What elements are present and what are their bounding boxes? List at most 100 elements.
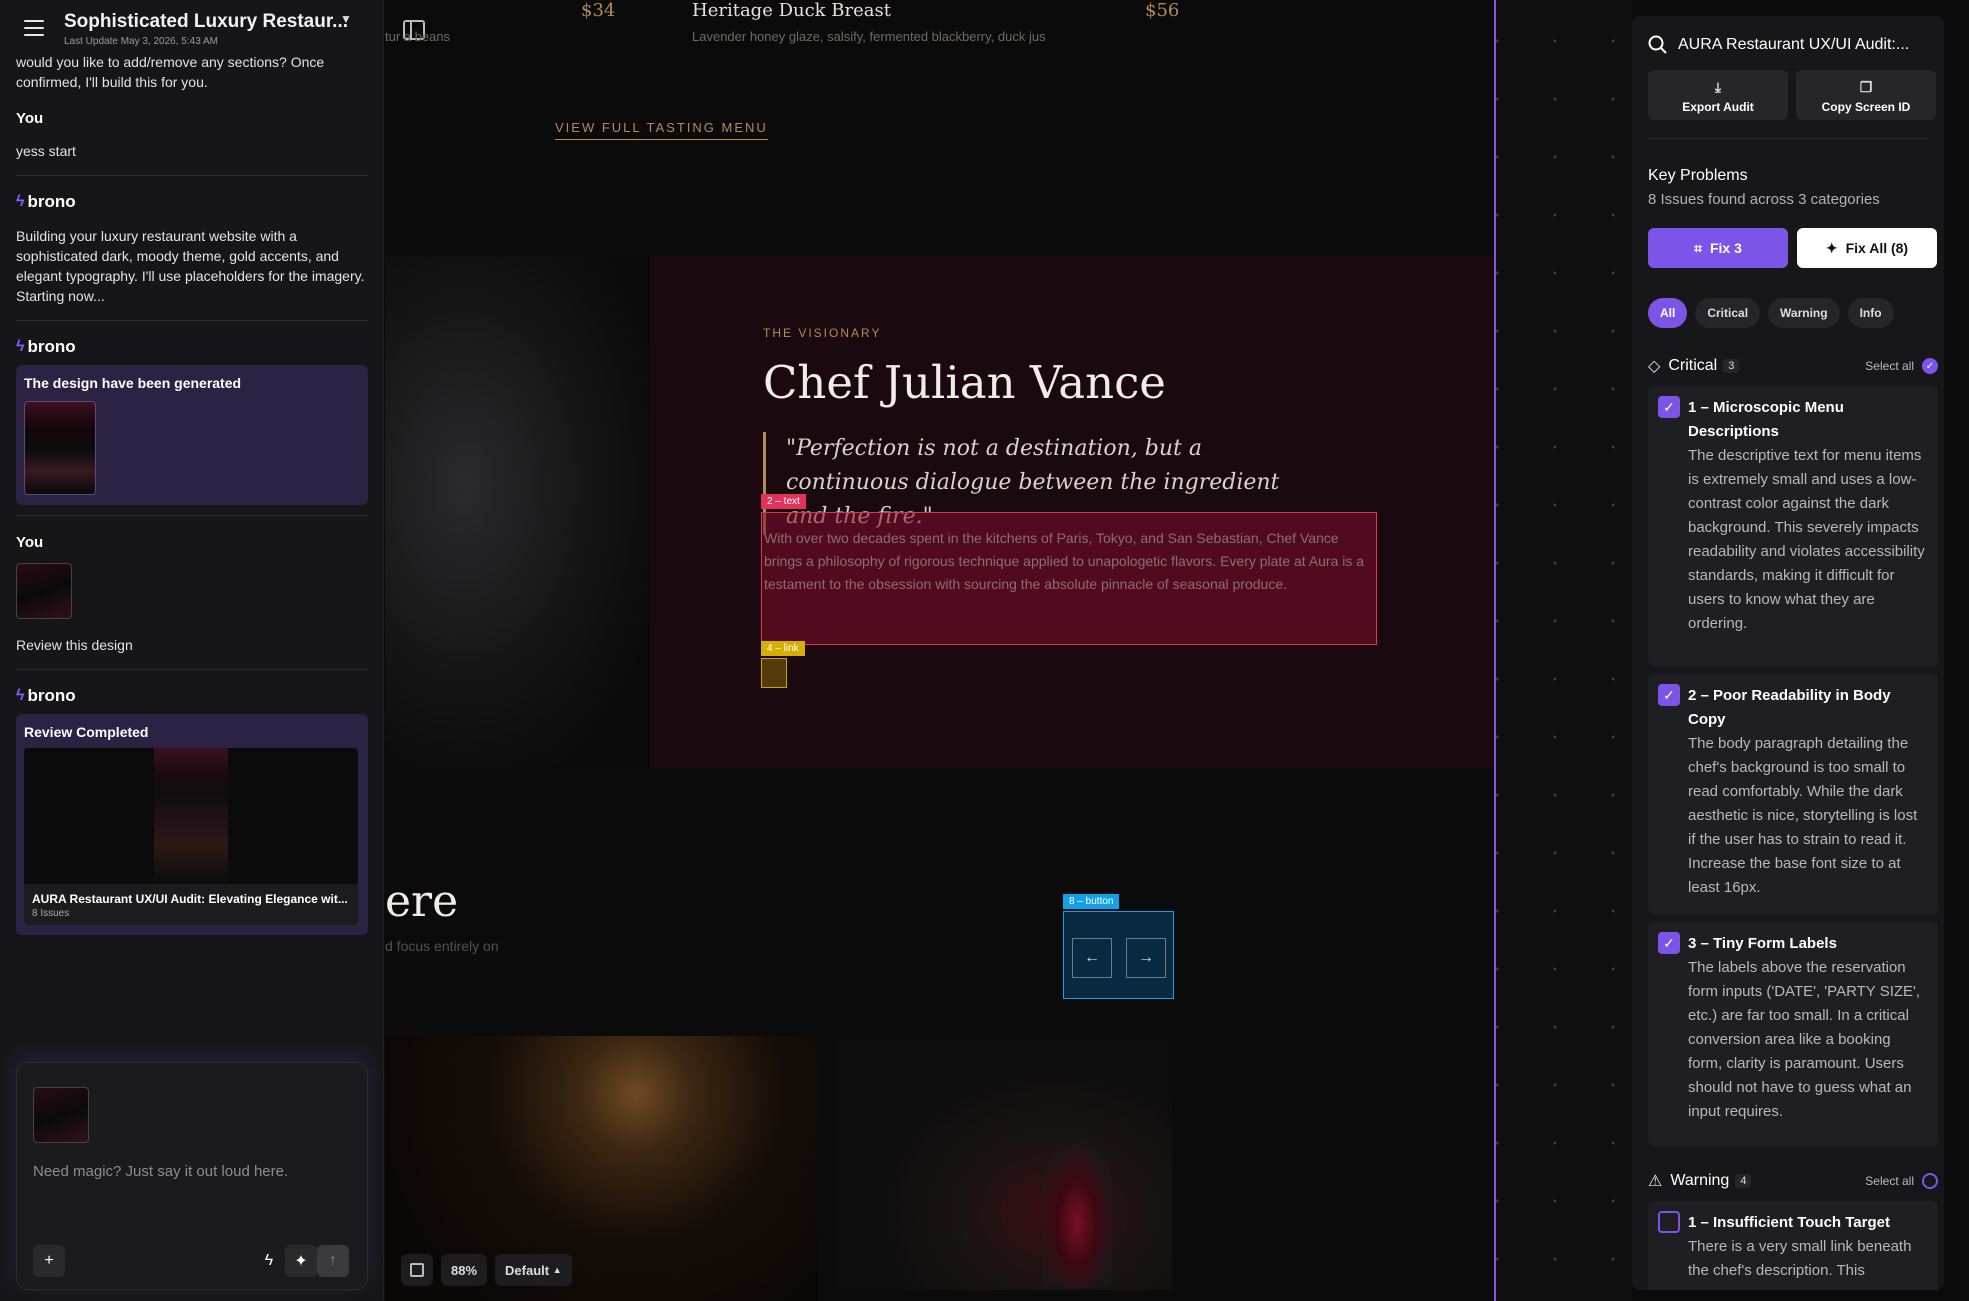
filter-critical[interactable]: Critical: [1695, 298, 1761, 328]
review-issue-count: 8 Issues: [32, 908, 70, 919]
issue-card[interactable]: ✓ 2 – Poor Readability in Body Copy The …: [1648, 674, 1938, 914]
copy-screen-id-button[interactable]: ❐ Copy Screen ID: [1796, 70, 1936, 120]
frame-icon[interactable]: [401, 1254, 433, 1286]
highlight-tag-button: 8 – button: [1063, 894, 1120, 909]
chevron-up-icon: ▲: [552, 1265, 562, 1275]
design-thumbnail[interactable]: [24, 401, 96, 495]
highlight-tag-text: 2 – text: [761, 494, 806, 509]
canvas-toolbar: 88% Default ▲: [401, 1254, 572, 1288]
attached-thumbnail[interactable]: [33, 1087, 89, 1143]
diamond-alert-icon: ◇: [1648, 358, 1661, 375]
project-title[interactable]: Sophisticated Luxury Restaur...: [64, 11, 348, 33]
user-label: You: [16, 534, 44, 551]
issues-summary: 8 Issues found across 3 categories: [1648, 191, 1880, 208]
card-title: Review Completed: [24, 724, 149, 740]
add-icon[interactable]: +: [33, 1245, 65, 1277]
brand-logo: ϟ brono: [16, 686, 76, 705]
audit-search[interactable]: AURA Restaurant UX/UI Audit:...: [1648, 32, 1938, 58]
highlight-tag-link: 4 – link: [761, 641, 805, 656]
review-preview-image: [24, 748, 358, 884]
chevron-down-icon[interactable]: ▼: [340, 12, 352, 26]
brand-logo: ϟ brono: [16, 337, 76, 356]
generated-design-card[interactable]: The design have been generated: [16, 365, 368, 505]
last-update: Last Update May 3, 2026, 5:43 AM: [64, 36, 218, 47]
issue-title: 3 – Tiny Form Labels: [1688, 935, 1837, 952]
section-subtitle-partial: d focus entirely on: [385, 938, 499, 954]
copy-icon: ❐: [1859, 79, 1873, 95]
export-audit-button[interactable]: ⤓ Export Audit: [1648, 70, 1788, 120]
fix-selected-button[interactable]: ⌗ Fix 3: [1648, 228, 1788, 268]
menu-icon[interactable]: [24, 20, 44, 36]
menu-price: $34: [581, 0, 616, 21]
wine-glass: [1042, 1146, 1112, 1286]
issue-description: The body paragraph detailing the chef's …: [1688, 735, 1918, 896]
filter-all[interactable]: All: [1648, 298, 1688, 328]
arrow-left-icon[interactable]: ←: [1072, 938, 1112, 978]
chat-composer[interactable]: Need magic? Just say it out loud here. +…: [16, 1062, 368, 1290]
bolt-icon[interactable]: ϟ: [253, 1245, 285, 1277]
issue-description: The descriptive text for menu items is e…: [1688, 447, 1925, 632]
highlight-text-box[interactable]: With over two decades spent in the kitch…: [761, 512, 1377, 645]
issue-card[interactable]: ✓ 3 – Tiny Form Labels The labels above …: [1648, 922, 1938, 1146]
issue-card[interactable]: ✓ 1 – Microscopic Menu Descriptions The …: [1648, 386, 1938, 666]
issue-title: 1 – Insufficient Touch Target: [1688, 1214, 1890, 1231]
send-button[interactable]: ↑: [317, 1245, 349, 1277]
issue-title: 2 – Poor Readability in Body Copy: [1688, 687, 1891, 728]
filter-warning[interactable]: Warning: [1768, 298, 1840, 328]
review-title: AURA Restaurant UX/UI Audit: Elevating E…: [32, 892, 348, 906]
filter-chips: All Critical Warning Info: [1648, 298, 1894, 328]
brand-logo: ϟ brono: [16, 192, 76, 211]
download-icon: ⤓: [1714, 79, 1722, 95]
highlight-button-box[interactable]: ← →: [1063, 911, 1174, 999]
divider: [16, 175, 368, 176]
checkbox-checked[interactable]: ✓: [1658, 932, 1680, 954]
checkbox-checked[interactable]: ✓: [1658, 684, 1680, 706]
review-card[interactable]: Review Completed AURA Restaurant UX/UI A…: [16, 714, 368, 935]
issue-card[interactable]: 1 – Insufficient Touch Target There is a…: [1648, 1201, 1938, 1290]
composer-input[interactable]: Need magic? Just say it out loud here.: [33, 1163, 288, 1180]
divider: [16, 515, 368, 516]
crop-icon: ⌗: [1694, 239, 1702, 256]
arrow-right-icon[interactable]: →: [1126, 938, 1166, 978]
select-all-critical[interactable]: Select all: [1865, 359, 1914, 373]
project-header: Sophisticated Luxury Restaur... ▼ Last U…: [0, 0, 383, 52]
section-heading-partial: ere: [385, 876, 459, 927]
menu-item-name: Heritage Duck Breast: [692, 0, 891, 21]
warning-count: 4: [1735, 1174, 1752, 1188]
user-message: yess start: [16, 143, 76, 159]
bolt-icon: ϟ: [16, 687, 25, 704]
warning-icon: ⚠: [1648, 1173, 1663, 1190]
review-footer: AURA Restaurant UX/UI Audit: Elevating E…: [24, 884, 358, 925]
critical-count: 3: [1723, 359, 1740, 373]
chat-log: would you like to add/remove any section…: [16, 52, 368, 935]
issue-description: There is a very small link beneath the c…: [1688, 1238, 1912, 1279]
chef-bio: With over two decades spent in the kitch…: [764, 530, 1365, 592]
assistant-message: Building your luxury restaurant website …: [16, 228, 365, 304]
highlight-link-box[interactable]: [761, 658, 787, 688]
assistant-message-partial: would you like to add/remove any section…: [16, 54, 325, 90]
sparkle-icon: ✦: [1825, 239, 1838, 256]
user-message: Review this design: [16, 637, 133, 653]
view-mode-select[interactable]: Default ▲: [495, 1254, 572, 1286]
sparkle-icon[interactable]: ✦: [285, 1245, 317, 1277]
select-all-warning[interactable]: Select all: [1865, 1174, 1914, 1188]
tasting-menu-link[interactable]: VIEW FULL TASTING MENU: [555, 120, 768, 140]
audit-title: AURA Restaurant UX/UI Audit:...: [1678, 36, 1910, 53]
checkbox-checked[interactable]: ✓: [1658, 396, 1680, 418]
circle-icon[interactable]: [1922, 1173, 1938, 1189]
check-circle-icon[interactable]: ✓: [1922, 358, 1938, 374]
section-eyebrow: THE VISIONARY: [763, 326, 882, 340]
checkbox-unchecked[interactable]: [1658, 1211, 1680, 1233]
chef-section: THE VISIONARY Chef Julian Vance "Perfect…: [385, 256, 1496, 768]
user-label: You: [16, 110, 44, 127]
filter-info[interactable]: Info: [1847, 298, 1894, 328]
wine-pour-photo: [837, 1036, 1172, 1290]
design-canvas[interactable]: $34 tur a beans Heritage Duck Breast $56…: [385, 0, 1496, 1301]
chef-name: Chef Julian Vance: [763, 356, 1166, 409]
divider: [16, 669, 368, 670]
attached-thumbnail[interactable]: [16, 563, 72, 619]
zoom-level[interactable]: 88%: [441, 1254, 488, 1286]
divider: [16, 320, 368, 321]
card-title: The design have been generated: [24, 375, 242, 391]
fix-all-button[interactable]: ✦ Fix All (8): [1797, 228, 1937, 268]
